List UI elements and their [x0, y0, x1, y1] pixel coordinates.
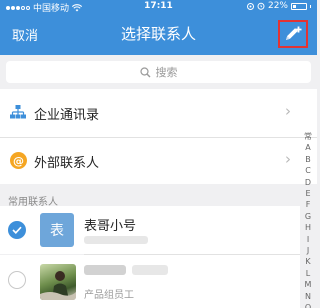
index-letter-14[interactable]: N: [305, 291, 311, 302]
chevron-right-icon: ›: [285, 102, 291, 120]
checkmark-icon: [12, 226, 22, 234]
avatar-photo-image: [40, 271, 76, 300]
status-bar: 中国移动 17:11 22%: [0, 0, 317, 14]
contact-subtitle: 产品组员工: [84, 290, 134, 301]
checkbox-checked[interactable]: [8, 221, 26, 239]
search-input[interactable]: 搜索: [6, 61, 311, 83]
battery-fill: [293, 4, 296, 8]
index-letter-15[interactable]: O: [305, 302, 311, 308]
redacted-name-extra: [132, 265, 168, 275]
index-letter-5[interactable]: E: [305, 188, 310, 199]
index-letter-2[interactable]: B: [305, 154, 311, 165]
index-letter-3[interactable]: C: [305, 165, 311, 176]
index-letter-11[interactable]: K: [305, 256, 310, 267]
index-letter-9[interactable]: I: [307, 234, 309, 245]
at-sign-icon: @: [10, 152, 27, 169]
battery-cap: [310, 4, 311, 8]
external-contacts-label: 外部联系人: [34, 156, 100, 171]
index-letter-12[interactable]: L: [306, 268, 310, 279]
index-letter-7[interactable]: G: [305, 211, 311, 222]
status-right: 22%: [246, 1, 311, 11]
page-title: 选择联系人: [120, 25, 196, 43]
index-letter-8[interactable]: H: [305, 222, 311, 233]
contact-name: 表哥小号: [84, 219, 137, 234]
index-letter-0[interactable]: 常: [304, 131, 312, 142]
index-letter-1[interactable]: A: [305, 142, 310, 153]
battery-icon: [291, 2, 307, 10]
index-letter-10[interactable]: J: [307, 245, 309, 256]
svg-text:@: @: [13, 154, 24, 167]
external-contacts-row[interactable]: @ 外部联系人 ›: [0, 138, 317, 184]
search-icon: [139, 66, 150, 77]
index-letter-6[interactable]: F: [306, 199, 311, 210]
avatar-photo: [40, 264, 76, 300]
checkbox-unchecked[interactable]: [8, 271, 26, 289]
redacted-name: [84, 265, 126, 275]
search-placeholder: 搜索: [155, 66, 178, 79]
edit-pen-plus-icon: [286, 26, 302, 40]
alphabet-index[interactable]: 常ABCDEFGHIJKLMNO: [301, 130, 315, 308]
header-bar: 中国移动 17:11 22% 取消 选择联系人: [0, 0, 317, 55]
contact-row[interactable]: 产品组员工: [0, 255, 300, 308]
create-contact-button[interactable]: [278, 20, 308, 48]
org-chart-icon: [10, 105, 26, 119]
contact-row[interactable]: 表 表哥小号: [0, 206, 300, 254]
chevron-right-icon: ›: [285, 150, 291, 168]
search-area: 搜索: [0, 55, 317, 89]
enterprise-directory-label: 企业通讯录: [34, 108, 100, 123]
avatar: 表: [40, 213, 74, 247]
alarm-icon: [257, 2, 265, 10]
enterprise-directory-row[interactable]: 企业通讯录 ›: [0, 89, 317, 137]
redacted-detail: [84, 236, 148, 244]
index-letter-13[interactable]: M: [305, 279, 312, 290]
battery-percent: 22%: [267, 1, 288, 11]
location-icon: [246, 2, 254, 10]
index-letter-4[interactable]: D: [305, 177, 311, 188]
